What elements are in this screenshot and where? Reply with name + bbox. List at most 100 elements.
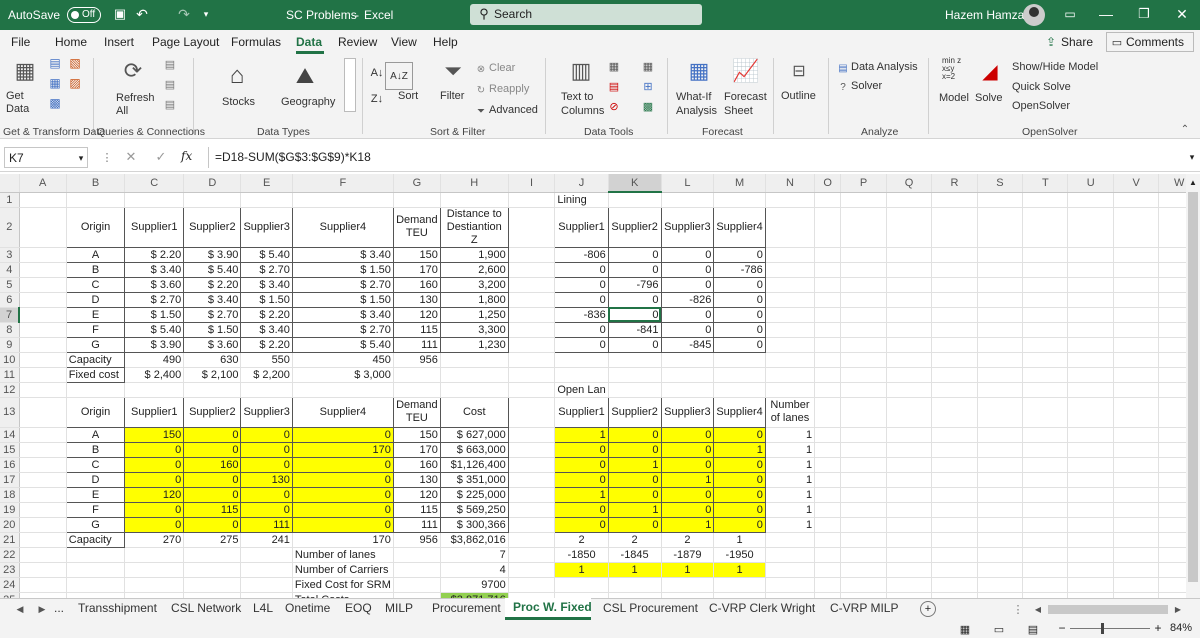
cell-d17[interactable]: 0 <box>183 471 242 488</box>
row-header[interactable]: 21 <box>0 532 20 548</box>
cell-r20[interactable] <box>931 517 978 533</box>
clear-icon[interactable]: ⊗ <box>474 62 488 76</box>
cell-e7[interactable]: $ 2.20 <box>240 306 293 323</box>
cell-c10[interactable]: 490 <box>124 352 185 368</box>
cell-f8[interactable]: $ 2.70 <box>291 321 394 338</box>
cell-p9[interactable] <box>840 337 887 353</box>
cell-v6[interactable] <box>1113 292 1160 308</box>
cell-f23[interactable]: Number of Carriers <box>292 562 394 578</box>
cell-s20[interactable] <box>977 517 1024 533</box>
sheet-tab[interactable]: MILP <box>385 601 413 615</box>
cell-l7[interactable]: 0 <box>660 306 715 323</box>
page-break-view-icon[interactable]: ▤ <box>1026 622 1040 636</box>
cell-p21[interactable] <box>840 532 887 548</box>
cell-u23[interactable] <box>1067 562 1114 578</box>
cell-v13[interactable] <box>1113 397 1160 428</box>
cell-b15[interactable]: B <box>65 441 126 458</box>
cell-g6[interactable]: 130 <box>392 291 441 308</box>
cell-v5[interactable] <box>1113 277 1160 293</box>
cell-a12[interactable] <box>19 382 67 398</box>
cell-u12[interactable] <box>1067 382 1114 398</box>
sheet-tab[interactable]: Onetime <box>285 601 330 615</box>
cell-a22[interactable] <box>19 547 67 563</box>
row-header[interactable]: 20 <box>0 517 20 533</box>
cell-h5[interactable]: 3,200 <box>439 276 509 293</box>
cell-e1[interactable] <box>240 192 293 208</box>
cell-t6[interactable] <box>1022 292 1069 308</box>
cell-d5[interactable]: $ 2.20 <box>183 276 242 293</box>
cell-r5[interactable] <box>931 277 978 293</box>
cell-b18[interactable]: E <box>65 486 126 503</box>
cell-h3[interactable]: 1,900 <box>439 246 509 263</box>
cell-r8[interactable] <box>931 322 978 338</box>
cell-h16[interactable]: $1,126,400 <box>439 456 509 473</box>
cell-d20[interactable]: 0 <box>183 516 242 533</box>
advanced-button[interactable]: Advanced <box>489 104 538 116</box>
outline-button[interactable]: Outline <box>781 90 816 102</box>
row-header[interactable]: 4 <box>0 262 20 278</box>
cell-q16[interactable] <box>886 457 933 473</box>
cell-j18[interactable]: 1 <box>554 486 609 503</box>
cell-c9[interactable]: $ 3.90 <box>124 336 185 353</box>
cell-g11[interactable] <box>393 367 441 383</box>
column-header[interactable]: T <box>1022 174 1069 193</box>
from-text-icon[interactable]: ▤ <box>46 54 64 72</box>
cell-q20[interactable] <box>886 517 933 533</box>
cell-v20[interactable] <box>1113 517 1160 533</box>
cell-g7[interactable]: 120 <box>392 306 441 323</box>
cell-l22[interactable]: -1879 <box>661 547 715 563</box>
cell-f5[interactable]: $ 2.70 <box>291 276 394 293</box>
cell-e18[interactable]: 0 <box>240 486 293 503</box>
cell-l15[interactable]: 0 <box>660 441 715 458</box>
cell-v7[interactable] <box>1113 307 1160 323</box>
cell-o17[interactable] <box>814 472 842 488</box>
cell-f6[interactable]: $ 1.50 <box>291 291 394 308</box>
cell-l16[interactable]: 0 <box>660 456 715 473</box>
undo-icon[interactable]: ↶ <box>134 6 150 22</box>
cell-l13[interactable]: Supplier3 <box>660 396 715 428</box>
cell-p8[interactable] <box>840 322 887 338</box>
what-if-analysis-icon[interactable]: ▦ <box>684 56 714 86</box>
cell-l23[interactable]: 1 <box>661 562 715 578</box>
cell-j3[interactable]: -806 <box>554 246 609 263</box>
cell-h8[interactable]: 3,300 <box>439 321 509 338</box>
hscroll-right-icon[interactable]: ▶ <box>1172 602 1184 616</box>
cell-o20[interactable] <box>814 517 842 533</box>
existing-connections-icon[interactable]: ▨ <box>66 74 84 92</box>
cell-s2[interactable] <box>977 207 1024 248</box>
redo-icon[interactable]: ↷ <box>176 6 192 22</box>
cell-m10[interactable] <box>713 352 766 368</box>
scroll-thumb[interactable] <box>1188 192 1198 582</box>
row-header[interactable]: 2 <box>0 207 20 248</box>
autosave-toggle[interactable]: Off <box>67 7 101 23</box>
cell-s1[interactable] <box>977 192 1024 208</box>
cell-v11[interactable] <box>1113 367 1160 383</box>
cell-t14[interactable] <box>1022 427 1069 443</box>
cell-u7[interactable] <box>1067 307 1114 323</box>
cell-f13[interactable]: Supplier4 <box>291 396 394 428</box>
cell-h2[interactable]: Distance to Destiantion Z <box>439 206 509 248</box>
row-header[interactable]: 17 <box>0 472 20 488</box>
cell-c17[interactable]: 0 <box>124 471 185 488</box>
cell-n8[interactable] <box>765 322 816 338</box>
enter-icon[interactable]: ✓ <box>154 149 168 165</box>
cell-h23[interactable]: 4 <box>440 562 509 578</box>
cell-s14[interactable] <box>977 427 1024 443</box>
cell-r22[interactable] <box>931 547 978 563</box>
cell-g3[interactable]: 150 <box>392 246 441 263</box>
cell-e24[interactable] <box>240 577 293 593</box>
cell-l24[interactable] <box>661 577 715 593</box>
cell-p12[interactable] <box>840 382 887 398</box>
sort-button[interactable]: Sort <box>398 90 418 102</box>
cell-e19[interactable]: 0 <box>240 501 293 518</box>
cell-m15[interactable]: 1 <box>713 441 766 458</box>
cell-f14[interactable]: 0 <box>291 426 394 443</box>
cell-k13[interactable]: Supplier2 <box>607 396 662 428</box>
cell-f20[interactable]: 0 <box>291 516 394 533</box>
cell-r14[interactable] <box>931 427 978 443</box>
cell-h1[interactable] <box>440 192 509 208</box>
cell-k10[interactable] <box>608 352 662 368</box>
cell-m22[interactable]: -1950 <box>713 547 766 563</box>
select-all-corner[interactable] <box>0 174 20 193</box>
cell-p16[interactable] <box>840 457 887 473</box>
